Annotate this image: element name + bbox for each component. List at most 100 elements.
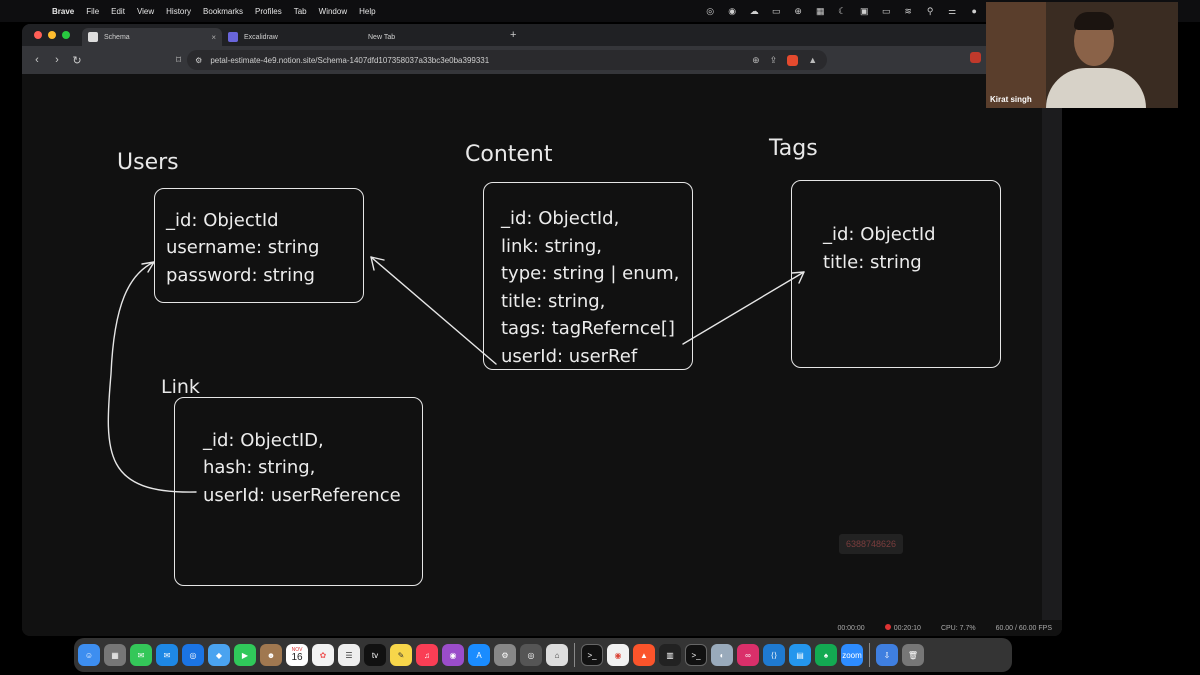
share-icon[interactable]: ⇪ [770,55,778,66]
photos-icon[interactable]: ✿ [312,644,334,666]
webcam-person-hair [1074,12,1114,30]
tab-label: Schema [104,33,130,41]
cloud-icon[interactable]: ☁ [748,6,760,16]
battery-icon[interactable]: ▭ [880,6,892,16]
brave-rewards-icon[interactable]: ▲ [808,55,817,66]
menu-history[interactable]: History [166,7,191,16]
menu-help[interactable]: Help [359,7,375,16]
recording-timer-b: 00:20:10 [893,625,921,632]
content-to-tags-arrow [682,271,805,345]
terminal-2-icon[interactable]: >_ [685,644,707,666]
url-text[interactable]: petal-estimate-4e9.notion.site/Schema-14… [210,56,489,65]
apple-tv-icon[interactable]: tv [364,644,386,666]
proxyman-icon[interactable]: ◐ [711,644,733,666]
new-tab-plus-icon[interactable]: + [510,29,516,41]
podcasts-icon[interactable]: ◉ [442,644,464,666]
safari-icon[interactable]: ◎ [182,644,204,666]
maps-icon[interactable]: ◆ [208,644,230,666]
screen-icon[interactable]: ▭ [770,6,782,16]
vpn-icon[interactable]: ⊕ [792,6,804,16]
menu-tab[interactable]: Tab [294,7,307,16]
finder-icon[interactable]: ☺ [78,644,100,666]
recording-timer-a: 00:00:00 [837,624,865,632]
site-settings-icon[interactable]: ⚙ [195,56,202,65]
messages-icon[interactable]: ✉ [130,644,152,666]
record-dot-icon [884,624,891,630]
moon-icon[interactable]: ☾ [836,6,848,16]
creative-cloud-icon[interactable]: ◎ [704,6,716,16]
creative-cloud-icon[interactable]: ∞ [737,644,759,666]
vscode-icon[interactable]: ⟨⟩ [763,644,785,666]
system-settings-icon[interactable]: ⚙ [494,644,516,666]
menu-view[interactable]: View [137,7,154,16]
excalidraw-icon [228,32,238,42]
trash-icon[interactable]: 🗑 [902,644,924,666]
address-bar-actions: ⊕ ⇪ ▲ [752,54,827,66]
close-tab-icon[interactable]: × [211,33,216,42]
notion-icon [88,32,98,42]
tab-schema[interactable]: Schema × [82,28,222,46]
notes-icon[interactable]: ✎ [390,644,412,666]
app-store-icon[interactable]: A [468,644,490,666]
launchpad-icon[interactable]: ▦ [104,644,126,666]
screen-share-icon[interactable]: ◉ [726,6,738,16]
docker-icon[interactable]: ▤ [789,644,811,666]
calendar-icon[interactable]: NOV 16 [286,644,308,666]
screen-recorder-icon[interactable]: ◎ [520,644,542,666]
siri-icon[interactable]: ● [968,6,980,16]
chrome-icon[interactable]: ◉ [607,644,629,666]
status-icons: ◎ ◉ ☁ ▭ ⊕ ▦ ☾ ▣ ▭ ≋ ⚲ ⚌ ● Sa [704,0,1000,22]
downloads-icon[interactable]: ⇩ [876,644,898,666]
control-center-icon[interactable]: ⚌ [946,6,958,16]
cpu-usage: CPU: 7.7% [940,624,976,632]
zoom-icon[interactable]: ⊕ [752,55,760,66]
menu-window[interactable]: Window [319,7,347,16]
search-icon[interactable]: ⚲ [924,6,936,16]
grid-icon[interactable]: ▦ [814,6,826,16]
reminders-icon[interactable]: ☰ [338,644,360,666]
contacts-icon[interactable]: ☻ [260,644,282,666]
forward-icon[interactable]: › [48,54,66,67]
window-icon[interactable]: ▣ [858,6,870,16]
tab-new-tab[interactable]: New Tab [362,28,502,46]
tab-bar: Schema × Excalidraw New Tab + [22,24,1062,46]
brave-shield-icon[interactable] [787,54,799,66]
vivaldi-extension-icon[interactable] [969,52,981,63]
overlay-number: 6388748626 [839,534,903,554]
back-icon[interactable]: ‹ [28,54,46,67]
wifi-icon[interactable]: ≋ [902,6,914,16]
mongodb-compass-icon[interactable]: ♠ [815,644,837,666]
link-to-users-arrow [107,261,197,493]
facetime-icon[interactable]: ▶ [234,644,256,666]
menu-bookmarks[interactable]: Bookmarks [203,7,243,16]
reload-icon[interactable]: ↻ [68,54,86,67]
zoom-icon[interactable]: zoom [841,644,863,666]
close-window-icon[interactable] [34,31,42,39]
menu-app-name[interactable]: Brave [52,7,74,16]
address-bar[interactable]: ⚙ petal-estimate-4e9.notion.site/Schema-… [187,50,828,70]
maximize-window-icon[interactable] [62,31,70,39]
music-icon[interactable]: ♫ [416,644,438,666]
menu-edit[interactable]: Edit [111,7,125,16]
brave-icon[interactable]: ▲ [633,644,655,666]
terminal-icon[interactable]: >_ [581,644,603,666]
webcam-background [986,2,1046,108]
webcam-name-label: Kirat singh [990,95,1032,104]
minimize-window-icon[interactable] [48,31,56,39]
page-content: Users _id: ObjectId username: string pas… [22,74,1042,629]
tab-excalidraw[interactable]: Excalidraw [222,28,362,46]
dock-divider [869,643,870,667]
mail-icon[interactable]: ✉ [156,644,178,666]
preview-icon[interactable]: ⌂ [546,644,568,666]
dock: ☺ ▦ ✉ ✉ ◎ ◆ ▶ ☻ NOV 16 ✿ ☰ tv ✎ ♫ ◉ A ⚙ ◎… [74,638,1012,672]
browser-window: Schema × Excalidraw New Tab + ‹ › ↻ ⌑ ⚙ … [22,24,1062,636]
fps-readout: 60.00 / 60.00 FPS [995,624,1052,632]
webcam-person-body [1046,68,1146,108]
recording-status-bar: 00:00:00 00:20:10 CPU: 7.7% 60.00 / 60.0… [22,620,1062,636]
menu-file[interactable]: File [86,7,99,16]
schema-diagram: Users _id: ObjectId username: string pas… [44,74,1042,629]
piano-icon[interactable]: ▥ [659,644,681,666]
webcam-overlay: Kirat singh [986,2,1178,108]
bookmark-icon[interactable]: ⌑ [176,55,181,66]
menu-profiles[interactable]: Profiles [255,7,282,16]
